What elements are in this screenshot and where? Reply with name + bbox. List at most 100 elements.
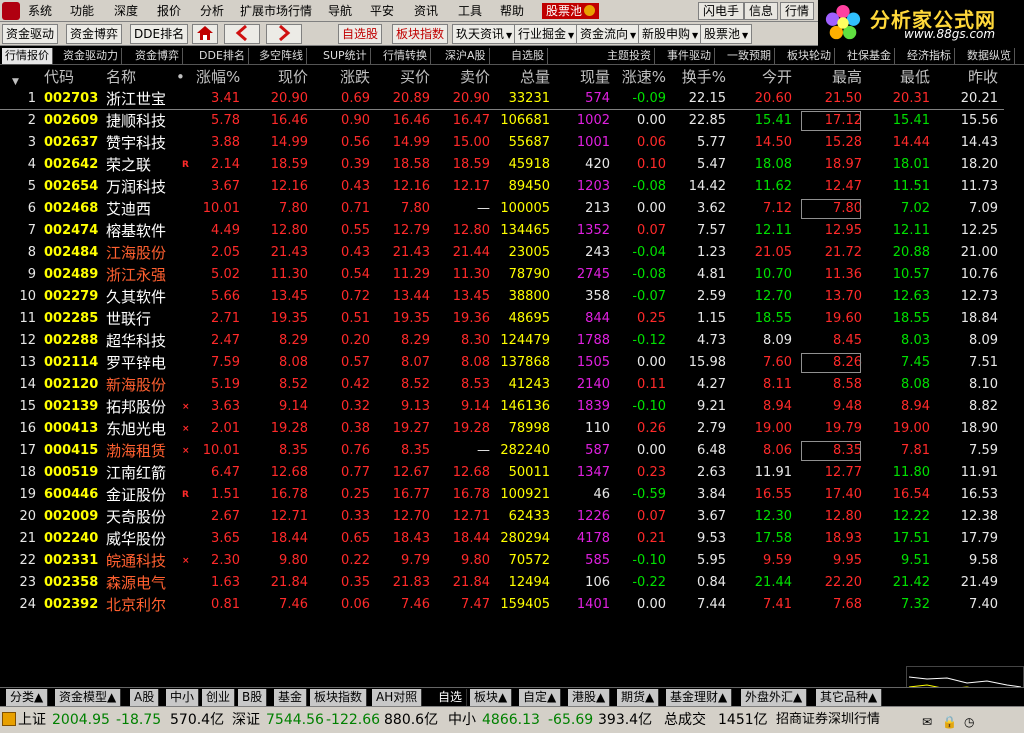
table-row[interactable]: 10 002279 久其软件 5.66 13.45 0.72 13.44 13.45 38800… <box>0 286 1004 308</box>
market-tab[interactable]: 港股▲ <box>568 689 611 706</box>
table-row[interactable]: 13 002114 罗平锌电 7.59 8.08 0.57 8.07 8.08 137868 15… <box>0 352 1004 374</box>
column-header[interactable]: 涨速% <box>618 66 666 88</box>
market-tab[interactable]: 其它品种▲ <box>816 689 883 706</box>
column-header[interactable]: 涨跌 <box>318 66 370 88</box>
table-row[interactable]: 7 002474 榕基软件 4.49 12.80 0.55 12.79 12.80 134465… <box>0 220 1004 242</box>
menu-function[interactable]: 功能 <box>66 3 98 19</box>
menu-depth[interactable]: 深度 <box>110 3 142 19</box>
market-tab[interactable]: 外盘外汇▲ <box>741 689 808 706</box>
table-row[interactable]: 9 002489 浙江永强 5.02 11.30 0.54 11.29 11.30 78790 2… <box>0 264 1004 286</box>
dde-rank-button[interactable]: DDE排名 <box>130 24 189 44</box>
sector-index-button[interactable]: 板块指数 <box>392 24 449 44</box>
menu-news[interactable]: 资讯 <box>410 3 442 19</box>
table-row[interactable]: 8 002484 江海股份 2.05 21.43 0.43 21.43 21.44 23005 2… <box>0 242 1004 264</box>
tab-capital-drive[interactable]: 资金驱动力 <box>60 48 122 64</box>
market-tab[interactable]: 板块▲ <box>470 689 513 706</box>
market-tab[interactable]: B股 <box>238 689 268 706</box>
home-button[interactable] <box>192 24 218 44</box>
tab-sh-sz-a[interactable]: 深沪A股 <box>442 48 490 64</box>
forward-button[interactable] <box>266 24 302 44</box>
market-tab[interactable]: 基金 <box>274 689 308 706</box>
table-row[interactable]: 6 002468 艾迪西 10.01 7.80 0.71 7.80 — 100005 213 0.0… <box>0 198 1004 220</box>
sz-index-label[interactable]: 深证 <box>232 711 260 729</box>
table-row[interactable]: 17 000415 渤海租赁 × 10.01 8.35 0.76 8.35 — 282240 587… <box>0 440 1004 462</box>
column-header[interactable]: 总量 <box>494 66 550 88</box>
table-row[interactable]: 2 002609 捷顺科技 5.78 16.46 0.90 16.46 16.47 106681… <box>0 110 1004 132</box>
market-tab[interactable]: 板块指数 <box>310 689 368 706</box>
info-button[interactable]: 信息 <box>744 2 779 20</box>
table-row[interactable]: 15 002139 拓邦股份 × 3.63 9.14 0.32 9.13 9.14 146136 1… <box>0 396 1004 418</box>
sh-index-label[interactable]: 上证 <box>18 711 46 729</box>
table-row[interactable]: 22 002331 皖通科技 × 2.30 9.80 0.22 9.79 9.80 70572 58… <box>0 550 1004 572</box>
menu-analysis[interactable]: 分析 <box>196 3 228 19</box>
table-row[interactable]: 3 002637 赞宇科技 3.88 14.99 0.56 14.99 15.00 55687 1… <box>0 132 1004 154</box>
tab-sector-rotation[interactable]: 板块轮动 <box>784 48 835 64</box>
column-header[interactable]: 涨幅% <box>196 66 240 88</box>
tab-consensus[interactable]: 一致预期 <box>724 48 775 64</box>
market-tab[interactable]: 自定▲ <box>519 689 562 706</box>
table-row[interactable]: 16 000413 东旭光电 × 2.01 19.28 0.38 19.27 19.28 7899… <box>0 418 1004 440</box>
column-header[interactable]: 名称 <box>106 66 176 88</box>
table-row[interactable]: 14 002120 新海股份 5.19 8.52 0.42 8.52 8.53 41243 214… <box>0 374 1004 396</box>
column-header[interactable]: 换手% <box>672 66 726 88</box>
capital-flow-button[interactable]: 资金流向 <box>576 24 641 44</box>
column-header[interactable]: 买价 <box>378 66 430 88</box>
menu-navigate[interactable]: 导航 <box>324 3 356 19</box>
market-tab[interactable]: 创业 <box>202 689 236 706</box>
back-button[interactable] <box>224 24 260 44</box>
ipo-subscribe-button[interactable]: 新股申购 <box>638 24 703 44</box>
jiutian-news-button[interactable]: 玖天资讯 <box>452 24 517 44</box>
market-tab[interactable]: 中小 <box>166 689 200 706</box>
tab-event-driven[interactable]: 事件驱动 <box>664 48 715 64</box>
tab-theme-invest[interactable]: 主题投资 <box>604 48 655 64</box>
tab-watchlist[interactable]: 自选股 <box>508 48 548 64</box>
column-header[interactable]: 最低 <box>870 66 930 88</box>
market-tab[interactable]: 分类▲ <box>6 689 49 706</box>
lock-icon[interactable]: 🔒 <box>942 713 957 731</box>
tab-quote[interactable]: 行情报价 <box>2 48 53 64</box>
column-header[interactable]: 今开 <box>736 66 792 88</box>
stock-pool-button[interactable]: 股票池 <box>700 24 753 44</box>
table-row[interactable]: 12 002288 超华科技 2.47 8.29 0.20 8.29 8.30 124479 17… <box>0 330 1004 352</box>
table-row[interactable]: 11 002285 世联行 2.71 19.35 0.51 19.35 19.36 48695 8… <box>0 308 1004 330</box>
menu-tools[interactable]: 工具 <box>454 3 486 19</box>
column-header[interactable]: 代码 <box>44 66 94 88</box>
tab-quote-switch[interactable]: 行情转换 <box>380 48 431 64</box>
table-row[interactable]: 1 002703 浙江世宝 3.41 20.90 0.69 20.89 20.90 33231 5… <box>0 88 1004 110</box>
tab-data-overview[interactable]: 数据纵览 <box>964 48 1015 64</box>
menu-stock-pool[interactable]: 股票池 <box>542 3 600 19</box>
vertical-scrollbar[interactable] <box>1008 66 1024 686</box>
column-header[interactable]: 现价 <box>246 66 308 88</box>
column-header[interactable]: • <box>176 66 186 88</box>
market-tab[interactable]: A股 <box>130 689 160 706</box>
market-tab[interactable]: 基金理财▲ <box>666 689 733 706</box>
menu-extended-market[interactable]: 扩展市场行情 <box>236 3 316 19</box>
table-row[interactable]: 24 002392 北京利尔 0.81 7.46 0.06 7.46 7.47 159405 14… <box>0 594 1004 616</box>
table-row[interactable]: 20 002009 天奇股份 2.67 12.71 0.33 12.70 12.71 62433… <box>0 506 1004 528</box>
tab-capital-game[interactable]: 资金博弈 <box>132 48 183 64</box>
market-tab[interactable]: 期货▲ <box>617 689 660 706</box>
menu-quote[interactable]: 报价 <box>153 3 185 19</box>
market-tab[interactable]: AH对照 <box>372 689 423 706</box>
column-header[interactable]: 昨收 <box>940 66 998 88</box>
table-row[interactable]: 5 002654 万润科技 3.67 12.16 0.43 12.16 12.17 89450 1… <box>0 176 1004 198</box>
tab-social-fund[interactable]: 社保基金 <box>844 48 895 64</box>
table-row[interactable]: 23 002358 森源电气 1.63 21.84 0.35 21.83 21.84 12494… <box>0 572 1004 594</box>
watchlist-button[interactable]: 自选股 <box>338 24 383 44</box>
quote-button[interactable]: 行情 <box>780 2 815 20</box>
menu-pingan[interactable]: 平安 <box>366 3 398 19</box>
tab-long-short[interactable]: 多空阵线 <box>256 48 307 64</box>
industry-mining-button[interactable]: 行业掘金 <box>514 24 579 44</box>
tab-economic-index[interactable]: 经济指标 <box>904 48 955 64</box>
market-tab[interactable]: 自选 <box>434 689 468 706</box>
column-header[interactable]: 最高 <box>800 66 862 88</box>
menu-system[interactable]: 系统 <box>24 3 56 19</box>
tab-dde-rank[interactable]: DDE排名 <box>196 48 249 64</box>
flash-trade-button[interactable]: 闪电手 <box>698 2 745 20</box>
capital-game-button[interactable]: 资金博弈 <box>66 24 123 44</box>
menu-help[interactable]: 帮助 <box>496 3 528 19</box>
table-row[interactable]: 4 002642 荣之联 R 2.14 18.59 0.39 18.58 18.59 45918 4… <box>0 154 1004 176</box>
table-row[interactable]: 18 000519 江南红箭 6.47 12.68 0.77 12.67 12.68 50011… <box>0 462 1004 484</box>
column-header[interactable]: 卖价 <box>438 66 490 88</box>
table-row[interactable]: 21 002240 威华股份 3.65 18.44 0.65 18.43 18.44 28029… <box>0 528 1004 550</box>
